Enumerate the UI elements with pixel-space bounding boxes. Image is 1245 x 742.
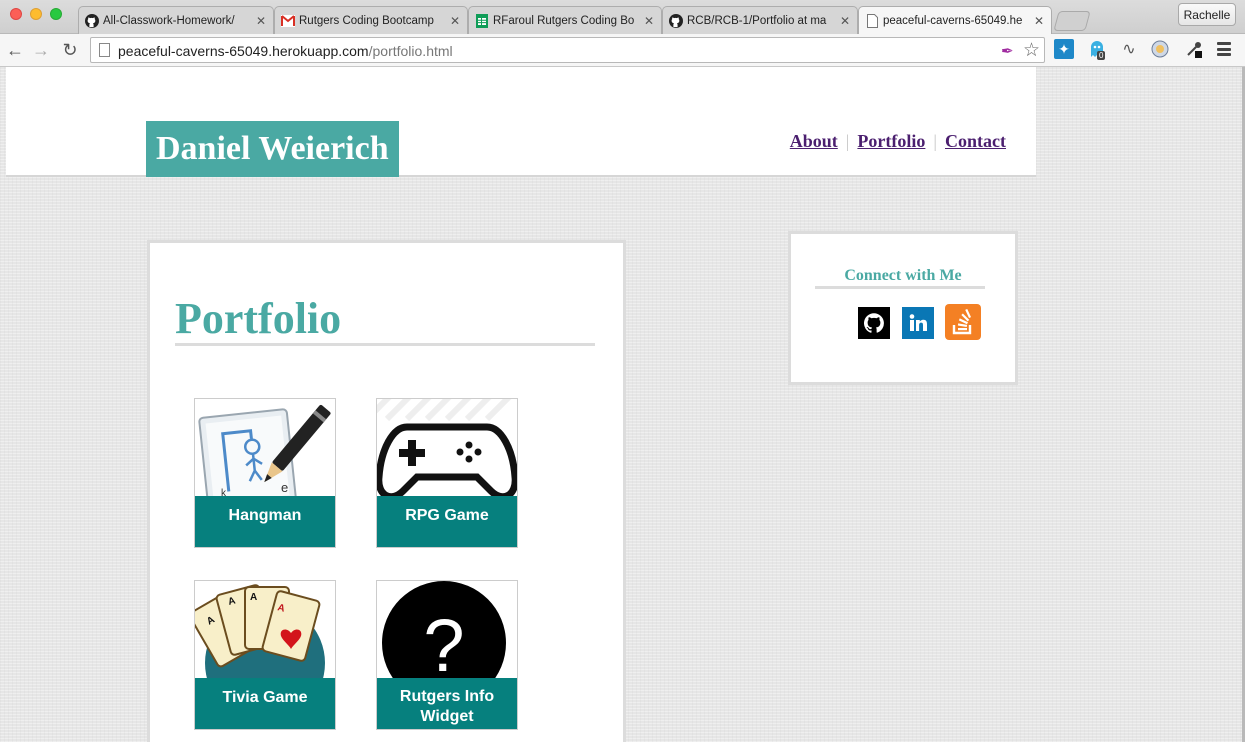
- nav-separator: |: [845, 131, 850, 151]
- hangman-icon: k e: [195, 399, 335, 497]
- profile-button[interactable]: Rachelle: [1178, 3, 1236, 26]
- reload-icon[interactable]: ↻: [59, 39, 81, 61]
- project-label: Rutgers Info Widget: [377, 678, 517, 729]
- address-bar[interactable]: peaceful-caverns-65049.herokuapp.com/por…: [90, 37, 1045, 63]
- ghostery-icon[interactable]: 0: [1087, 39, 1107, 60]
- title-divider: [175, 343, 595, 346]
- address-url[interactable]: peaceful-caverns-65049.herokuapp.com/por…: [118, 43, 453, 59]
- site-nav: About | Portfolio | Contact: [790, 131, 1006, 152]
- svg-text:A: A: [250, 592, 257, 603]
- eyedropper-icon[interactable]: [1184, 39, 1204, 59]
- nav-separator: |: [933, 131, 937, 151]
- connect-card: Connect with Me: [788, 231, 1018, 385]
- project-label: Tivia Game: [195, 678, 335, 729]
- back-icon[interactable]: ←: [4, 39, 26, 61]
- tab-label: Rutgers Coding Bootcamp: [299, 14, 434, 27]
- project-tile-hangman[interactable]: k e Hangman: [194, 398, 336, 548]
- new-tab-button[interactable]: [1053, 11, 1091, 31]
- linkedin-icon[interactable]: [902, 307, 934, 339]
- page-viewport: Daniel Weierich About | Portfolio | Cont…: [0, 67, 1245, 742]
- browser-tab[interactable]: All-Classwork-Homework/ ✕: [78, 6, 274, 34]
- portfolio-card: Portfolio k e Hangman RPG Game A A A A T…: [147, 240, 626, 742]
- browser-titlebar: All-Classwork-Homework/ ✕ Rutgers Coding…: [0, 0, 1245, 35]
- stackoverflow-icon[interactable]: [945, 304, 981, 340]
- close-tab-icon[interactable]: ✕: [839, 14, 851, 28]
- page-icon: [99, 43, 110, 57]
- close-tab-icon[interactable]: ✕: [449, 14, 461, 28]
- connect-title: Connect with Me: [844, 267, 962, 284]
- close-tab-icon[interactable]: ✕: [255, 14, 267, 28]
- globe-extension-icon[interactable]: [1150, 39, 1170, 59]
- browser-tab[interactable]: Rutgers Coding Bootcamp ✕: [274, 6, 468, 34]
- tab-label: peaceful-caverns-65049.he: [883, 15, 1023, 27]
- extension-icon[interactable]: ✦: [1054, 39, 1074, 59]
- connect-divider: [815, 286, 985, 289]
- nav-contact-link[interactable]: Contact: [945, 131, 1006, 152]
- question-mark-icon: ?: [377, 581, 517, 679]
- forward-icon[interactable]: →: [30, 39, 52, 61]
- github-icon: [669, 13, 683, 28]
- project-label: RPG Game: [377, 496, 517, 547]
- nav-portfolio-link[interactable]: Portfolio: [857, 131, 925, 152]
- zoom-window-button[interactable]: [50, 8, 62, 20]
- svg-text:?: ?: [423, 604, 464, 679]
- bookmark-star-icon[interactable]: ☆: [1023, 39, 1040, 62]
- project-tile-rutgers-widget[interactable]: ? Rutgers Info Widget: [376, 580, 518, 730]
- pulse-extension-icon[interactable]: ∿: [1119, 39, 1139, 59]
- close-tab-icon[interactable]: ✕: [1033, 14, 1045, 28]
- gamepad-icon: [377, 399, 517, 497]
- project-label: Hangman: [195, 496, 335, 547]
- project-tile-rpg[interactable]: RPG Game: [376, 398, 518, 548]
- tab-label: RCB/RCB-1/Portfolio at ma: [687, 14, 827, 27]
- url-host: peaceful-caverns-65049.herokuapp.com: [118, 43, 369, 59]
- menu-icon[interactable]: [1216, 40, 1232, 58]
- github-icon[interactable]: [858, 307, 890, 339]
- close-window-button[interactable]: [10, 8, 22, 20]
- browser-tab[interactable]: RCB/RCB-1/Portfolio at ma ✕: [662, 6, 858, 34]
- sheets-icon: [475, 13, 489, 28]
- tab-label: RFaroul Rutgers Coding Bo: [493, 14, 635, 27]
- minimize-window-button[interactable]: [30, 8, 42, 20]
- github-icon: [85, 13, 99, 28]
- tab-label: All-Classwork-Homework/: [103, 14, 235, 27]
- project-tile-trivia[interactable]: A A A A Tivia Game: [194, 580, 336, 730]
- ghostery-count: 0: [1097, 51, 1106, 60]
- browser-tab[interactable]: RFaroul Rutgers Coding Bo ✕: [468, 6, 662, 34]
- site-brand[interactable]: Daniel Weierich: [146, 121, 399, 177]
- url-path: /portfolio.html: [368, 43, 453, 59]
- svg-text:e: e: [281, 480, 288, 495]
- gmail-icon: [281, 14, 295, 28]
- nav-about-link[interactable]: About: [790, 131, 838, 152]
- page-icon: [865, 14, 879, 28]
- close-tab-icon[interactable]: ✕: [643, 14, 655, 28]
- pen-extension-icon[interactable]: ✒: [1001, 42, 1014, 60]
- site-header: Daniel Weierich About | Portfolio | Cont…: [6, 67, 1036, 177]
- browser-tab-active[interactable]: peaceful-caverns-65049.he ✕: [858, 6, 1052, 35]
- page-title: Portfolio: [175, 294, 342, 343]
- playing-cards-icon: A A A A: [195, 581, 335, 679]
